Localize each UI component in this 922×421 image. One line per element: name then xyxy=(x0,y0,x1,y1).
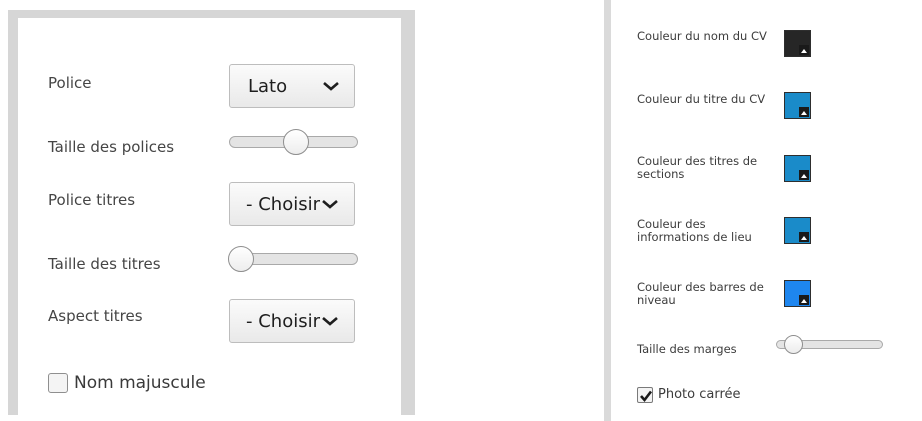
chevron-down-icon xyxy=(322,317,338,326)
font-size-slider-knob[interactable] xyxy=(283,129,310,155)
color-picker-icon xyxy=(799,232,809,242)
uppercase-name-checkbox[interactable] xyxy=(48,373,68,393)
title-font-select-value: - Choisir xyxy=(246,193,320,215)
font-size-label: Taille des polices xyxy=(48,138,175,156)
title-aspect-label: Aspect titres xyxy=(48,307,143,325)
name-color-label: Couleur du nom du CV xyxy=(637,29,767,43)
section-titles-color-swatch[interactable] xyxy=(784,155,811,182)
cv-title-color-swatch[interactable] xyxy=(784,92,811,119)
cv-title-color-label: Couleur du titre du CV xyxy=(637,92,766,106)
left-settings-frame: Police Lato Taille des polices Police ti… xyxy=(8,10,415,415)
location-info-color-label: Couleur des informations de lieu xyxy=(637,217,752,244)
margin-size-slider[interactable] xyxy=(776,335,883,354)
font-select[interactable]: Lato xyxy=(229,64,355,108)
title-font-select[interactable]: - Choisir xyxy=(229,182,355,226)
square-photo-label: Photo carrée xyxy=(658,387,741,402)
font-select-value: Lato xyxy=(248,75,288,97)
font-size-slider[interactable] xyxy=(229,129,358,155)
checkmark-icon xyxy=(640,390,653,403)
location-info-color-swatch[interactable] xyxy=(784,217,811,244)
title-aspect-select[interactable]: - Choisir xyxy=(229,299,355,343)
title-size-slider[interactable] xyxy=(228,246,358,272)
title-font-label: Police titres xyxy=(48,191,136,209)
title-aspect-select-value: - Choisir xyxy=(246,310,320,332)
color-picker-icon xyxy=(799,170,809,180)
title-size-label: Taille des titres xyxy=(48,255,161,273)
level-bars-color-label: Couleur des barres de niveau xyxy=(637,280,764,307)
square-photo-checkbox[interactable] xyxy=(637,387,653,403)
chevron-down-icon xyxy=(323,82,339,91)
color-picker-icon xyxy=(799,107,809,117)
chevron-down-icon xyxy=(322,200,338,209)
color-picker-icon xyxy=(799,295,809,305)
name-color-swatch[interactable] xyxy=(784,30,811,57)
uppercase-name-label: Nom majuscule xyxy=(74,373,206,393)
section-titles-color-label: Couleur des titres de sections xyxy=(637,154,758,181)
margin-size-slider-knob[interactable] xyxy=(783,335,803,354)
margin-size-label: Taille des marges xyxy=(637,342,737,356)
right-settings-panel: Couleur du nom du CV Couleur du titre du… xyxy=(611,0,922,421)
level-bars-color-swatch[interactable] xyxy=(784,280,811,307)
left-settings-panel: Police Lato Taille des polices Police ti… xyxy=(18,18,401,415)
font-label: Police xyxy=(48,74,92,92)
color-picker-icon xyxy=(799,45,809,55)
title-size-slider-knob[interactable] xyxy=(228,246,254,272)
